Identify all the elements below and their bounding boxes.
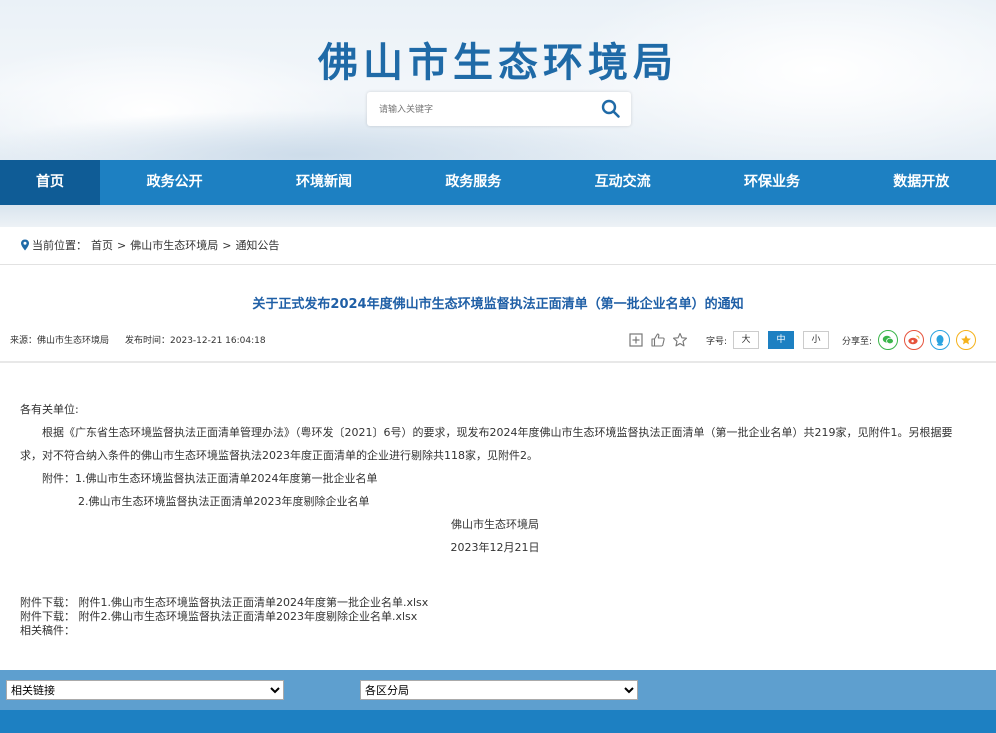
nav-item-gov-open[interactable]: 政务公开	[100, 160, 249, 205]
wechat-share-icon[interactable]	[878, 330, 899, 350]
breadcrumb-bureau[interactable]: 佛山市生态环境局	[130, 237, 218, 253]
font-size-large-button[interactable]: 大	[733, 331, 760, 349]
breadcrumb-separator: >	[222, 238, 232, 252]
location-pin-icon	[21, 239, 29, 251]
footer-bar	[0, 710, 996, 733]
article-meta: 来源：佛山市生态环境局 发布时间：2023-12-21 16:04:18	[10, 333, 266, 346]
search-input[interactable]	[377, 101, 591, 119]
attachment-line-1: 附件：1.佛山市生态环境监督执法正面清单2024年度第一批企业名单	[42, 472, 378, 485]
article-source: 来源：佛山市生态环境局	[10, 336, 110, 346]
article-title: 关于正式发布2024年度佛山市生态环境监督执法正面清单（第一批企业名单）的通知	[252, 297, 744, 312]
font-size-medium-button[interactable]: 中	[768, 331, 795, 349]
district-bureaus-select[interactable]: 各区分局	[360, 680, 638, 700]
nav-item-env-news[interactable]: 环境新闻	[249, 160, 398, 205]
search-box	[367, 92, 631, 126]
star-icon[interactable]	[672, 332, 688, 348]
salutation: 各有关单位:	[20, 403, 79, 416]
divider	[0, 264, 996, 265]
bookmark-icon[interactable]	[628, 332, 644, 348]
body-paragraph: 根据《广东省生态环境监督执法正面清单管理办法》（粤环发〔2021〕6号）的要求，…	[42, 426, 953, 439]
related-articles-label: 相关稿件：	[20, 624, 75, 637]
font-size-small-button[interactable]: 小	[803, 331, 830, 349]
article-tools: 字号: 大 中 小 分享至:	[628, 330, 977, 350]
nav-item-home[interactable]: 首页	[0, 160, 100, 205]
main-nav: 首页 政务公开 环境新闻 政务服务 互动交流 环保业务 数据开放	[0, 160, 996, 205]
attachment-downloads: 附件下载： 附件1.佛山市生态环境监督执法正面清单2024年度第一批企业名单.x…	[20, 596, 428, 638]
download-link-1[interactable]: 附件下载： 附件1.佛山市生态环境监督执法正面清单2024年度第一批企业名单.x…	[20, 596, 428, 610]
search-icon[interactable]	[601, 99, 621, 119]
signature: 佛山市生态环境局	[451, 518, 539, 531]
decorative-band	[0, 205, 996, 227]
qq-share-icon[interactable]	[930, 330, 951, 350]
article-published: 发布时间：2023-12-21 16:04:18	[125, 336, 266, 346]
divider	[0, 361, 996, 363]
attachment-line-2: 2.佛山市生态环境监督执法正面清单2023年度剔除企业名单	[78, 495, 370, 508]
share-label: 分享至:	[842, 336, 873, 347]
nav-item-interaction[interactable]: 互动交流	[548, 160, 697, 205]
breadcrumb-separator: >	[117, 238, 127, 252]
article-body: 各有关单位: 根据《广东省生态环境监督执法正面清单管理办法》（粤环发〔2021〕…	[20, 398, 970, 559]
related-links-select[interactable]: 相关链接	[6, 680, 284, 700]
breadcrumb: 当前位置： 首页 > 佛山市生态环境局 > 通知公告	[20, 237, 283, 253]
signature-date: 2023年12月21日	[450, 541, 540, 554]
qzone-share-icon[interactable]	[956, 330, 977, 350]
thumbs-up-icon[interactable]	[650, 332, 666, 348]
breadcrumb-notices[interactable]: 通知公告	[235, 237, 279, 253]
weibo-share-icon[interactable]	[904, 330, 925, 350]
header-banner: 佛山市生态环境局	[0, 0, 996, 160]
nav-item-env-business[interactable]: 环保业务	[697, 160, 846, 205]
breadcrumb-home[interactable]: 首页	[91, 237, 113, 253]
site-title: 佛山市生态环境局	[318, 40, 678, 86]
body-paragraph-continued: 求，对不符合纳入条件的佛山市生态环境监督执法2023年度正面清单的企业进行剔除共…	[20, 449, 538, 462]
breadcrumb-label: 当前位置：	[32, 239, 87, 252]
download-link-2[interactable]: 附件下载： 附件2.佛山市生态环境监督执法正面清单2023年度剔除企业名单.xl…	[20, 610, 428, 624]
font-size-label: 字号:	[706, 336, 728, 347]
nav-item-gov-service[interactable]: 政务服务	[399, 160, 548, 205]
nav-item-open-data[interactable]: 数据开放	[847, 160, 996, 205]
